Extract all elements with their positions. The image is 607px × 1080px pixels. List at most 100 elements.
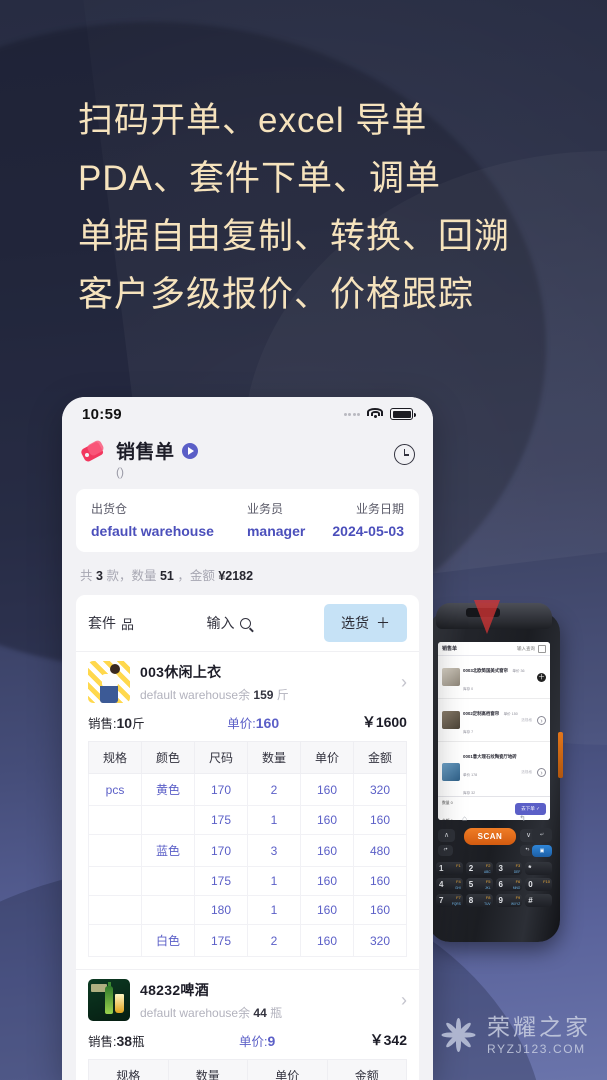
table-row[interactable]: 白色 175 2 160 320 bbox=[88, 924, 407, 957]
key-7[interactable]: 7 F7 PQRS bbox=[436, 894, 463, 907]
product-name: 003休闲上衣 bbox=[140, 663, 222, 680]
back-icon[interactable]: ↰ bbox=[519, 814, 526, 823]
spec-col-header: 金额 bbox=[353, 741, 407, 774]
key-star[interactable]: * bbox=[525, 862, 552, 875]
info-icon[interactable]: › bbox=[537, 715, 546, 725]
key-fn: F4 bbox=[456, 879, 461, 884]
key-label: 5 bbox=[468, 880, 474, 889]
table-row[interactable]: pcs 黄色 170 2 160 320 bbox=[88, 773, 407, 806]
kit-button[interactable]: 套件 品 bbox=[88, 613, 134, 633]
key-5[interactable]: 5 F5 JKL bbox=[465, 878, 493, 891]
product-row[interactable]: 003休闲上衣 default warehouse余 159 斤 › 销售:10… bbox=[76, 652, 419, 970]
key-8[interactable]: 8 F8 TUV bbox=[465, 894, 493, 907]
product-totals: 销售:38瓶 单价:9 ￥342 bbox=[88, 1030, 407, 1050]
table-row[interactable]: 蓝色 170 3 160 480 bbox=[88, 834, 407, 867]
pda-item-thumbnail bbox=[442, 711, 460, 729]
key-4[interactable]: 4 F4 GHI bbox=[436, 878, 463, 891]
cell bbox=[88, 895, 142, 925]
cell bbox=[141, 805, 195, 835]
pick-goods-button[interactable]: 选货 ＋ bbox=[323, 604, 407, 642]
pda-item-text: 0002定制高档窗帘 单价 150 库存 7 bbox=[463, 702, 518, 738]
cell: 170 bbox=[194, 834, 248, 867]
spec-col-header: 数量 bbox=[167, 1059, 248, 1080]
stock-prefix: default warehouse余 bbox=[140, 1005, 251, 1020]
info-field-date[interactable]: 业务日期 2024-05-03 bbox=[332, 500, 404, 539]
table-row[interactable]: 180 1 160 160 bbox=[88, 895, 407, 925]
key-3[interactable]: 3 F3 DEF bbox=[495, 862, 523, 875]
key-fn: F10 bbox=[543, 879, 550, 884]
product-totals: 销售:10斤 单价:160 ￥1600 bbox=[88, 712, 407, 732]
headline-line-1: 扫码开单、excel 导单 bbox=[78, 101, 428, 140]
info-field-salesperson[interactable]: 业务员 manager bbox=[247, 500, 305, 539]
nav-up-icon[interactable]: ∧ bbox=[438, 829, 455, 842]
product-info: 48232啤酒 default warehouse余 44 瓶 bbox=[140, 980, 385, 1021]
wifi-icon bbox=[367, 408, 383, 420]
cell: 160 bbox=[300, 924, 354, 957]
add-icon[interactable]: ＋ bbox=[537, 672, 546, 682]
key-label: 2 bbox=[468, 864, 474, 873]
table-row[interactable]: 175 1 160 160 bbox=[88, 866, 407, 896]
play-circle-icon[interactable] bbox=[181, 442, 198, 459]
key-label: * bbox=[528, 864, 532, 873]
key-alpha: MNO bbox=[512, 886, 521, 890]
scan-button[interactable]: SCAN bbox=[464, 828, 516, 845]
headline: 扫码开单、excel 导单 PDA、套件下单、调单 单据自由复制、转换、回溯 客… bbox=[78, 92, 578, 324]
product-header: 48232啤酒 default warehouse余 44 瓶 › bbox=[88, 979, 407, 1021]
spec-col-header: 规格 bbox=[88, 1059, 169, 1080]
key-fn: F1 bbox=[456, 863, 461, 868]
stock-unit: 斤 bbox=[276, 687, 289, 702]
key-6[interactable]: 6 F6 MNO bbox=[495, 878, 523, 891]
stock-qty: 44 bbox=[253, 1005, 267, 1020]
key-hash[interactable]: # bbox=[525, 894, 552, 907]
key-0[interactable]: 0 F10 bbox=[525, 878, 552, 891]
pda-item-name: 0002定制高档窗帘 bbox=[463, 711, 500, 716]
stock-prefix: default warehouse余 bbox=[140, 687, 251, 702]
key-label: 4 bbox=[439, 880, 444, 889]
pda-item-text: 0003北欧简国美式窗帘 单价 36 库存 0 bbox=[463, 659, 534, 695]
scan-icon[interactable] bbox=[538, 644, 546, 653]
pick-label: 选货 bbox=[340, 615, 369, 631]
product-row[interactable]: 48232啤酒 default warehouse余 44 瓶 › 销售:38瓶… bbox=[76, 970, 419, 1080]
table-row[interactable]: 175 1 160 160 bbox=[88, 805, 407, 835]
spec-header-row: 规格 颜色 尺码 数量 单价 金额 bbox=[88, 741, 407, 774]
pda-item-stock: 库存 32 bbox=[463, 791, 476, 795]
key-1[interactable]: 1 F1 bbox=[436, 862, 463, 875]
key-2[interactable]: 2 F2 ABC bbox=[465, 862, 493, 875]
pda-search-input[interactable]: 输入查询 bbox=[517, 646, 535, 652]
product-sale: 销售:10斤 bbox=[88, 713, 145, 732]
info-value: 2024-05-03 bbox=[332, 523, 404, 539]
chevron-right-icon[interactable]: › bbox=[395, 990, 407, 1011]
info-icon[interactable]: › bbox=[537, 767, 546, 777]
pda-list-item[interactable]: 0002定制高档窗帘 单价 150 库存 7 选规格 › bbox=[438, 699, 550, 742]
pda-side-button[interactable] bbox=[558, 732, 563, 778]
search-input[interactable]: 输入 bbox=[207, 613, 251, 633]
watermark: 荣耀之家 RYZJ123.COM bbox=[439, 1014, 591, 1056]
beer-thumbnail bbox=[88, 979, 130, 1021]
key-fn: F2 bbox=[485, 863, 491, 868]
watermark-cn: 荣耀之家 bbox=[487, 1014, 591, 1040]
key-9[interactable]: 9 F9 WXYZ bbox=[495, 894, 523, 907]
pda-list-item[interactable]: 0001意大理石纹陶瓷厅地砖 单价 178 库存 32 选规格 › bbox=[438, 742, 550, 803]
nav-left-icon[interactable]: ‹• bbox=[438, 845, 453, 856]
function-key-icon[interactable]: ▣ bbox=[532, 845, 552, 857]
spec-table: 规格 数量 单价 金额 瓶 2 9 18 件(12瓶) 3 108 bbox=[88, 1059, 407, 1080]
product-stock: default warehouse余 159 斤 bbox=[140, 686, 385, 703]
cell: 1 bbox=[247, 895, 301, 925]
home-icon[interactable]: ⌂ bbox=[462, 814, 467, 823]
pda-screen: 销售单 输入查询 0003北欧简国美式窗帘 单价 36 库存 0 ＋ 0002定… bbox=[438, 642, 550, 820]
goods-toolbar: 套件 品 输入 选货 ＋ bbox=[76, 595, 419, 652]
enter-key-icon[interactable]: ↵ bbox=[532, 828, 552, 842]
key-label: 1 bbox=[439, 864, 444, 873]
sale-value: 10 bbox=[116, 714, 133, 731]
pda-list-item[interactable]: 0003北欧简国美式窗帘 单价 36 库存 0 ＋ bbox=[438, 656, 550, 699]
cell: 160 bbox=[353, 895, 407, 925]
cell: 175 bbox=[194, 924, 248, 957]
cell: 160 bbox=[300, 834, 354, 867]
headline-line-2: PDA、套件下单、调单 bbox=[78, 159, 441, 198]
cell bbox=[88, 805, 142, 835]
pda-item-stock: 库存 7 bbox=[463, 730, 474, 734]
clock-icon[interactable] bbox=[394, 444, 415, 465]
product-unit-price: 单价:160 bbox=[227, 713, 279, 732]
info-field-warehouse[interactable]: 出货仓 default warehouse bbox=[91, 500, 214, 539]
chevron-right-icon[interactable]: › bbox=[395, 672, 407, 693]
